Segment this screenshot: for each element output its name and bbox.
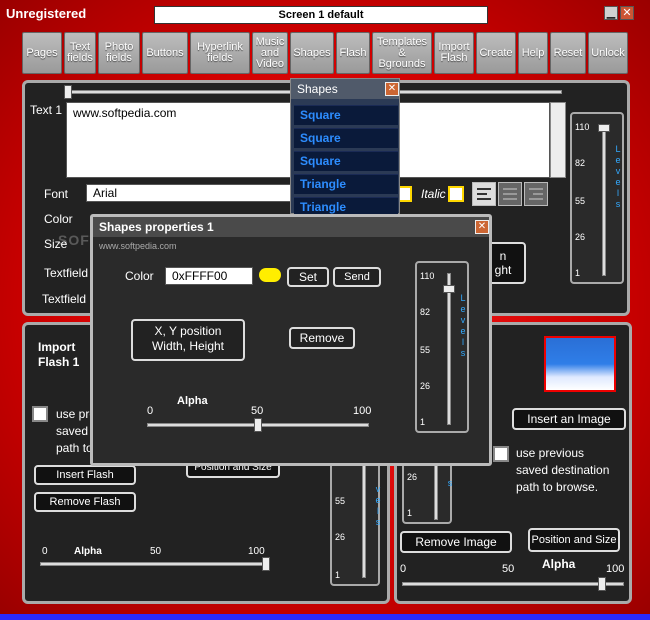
tab-photo-fields[interactable]: Photo fields: [98, 32, 140, 74]
import-flash-title-1: Import: [38, 340, 76, 354]
right-use-previous-checkbox[interactable]: [493, 446, 509, 462]
left-use-previous-checkbox[interactable]: [32, 406, 48, 422]
tab-import-flash[interactable]: Import Flash: [434, 32, 474, 74]
align-center-button[interactable]: [498, 182, 522, 206]
props-send-button[interactable]: Send: [333, 267, 381, 287]
insert-flash-button[interactable]: Insert Flash: [34, 465, 136, 485]
shapes-close-icon[interactable]: ✕: [385, 82, 399, 96]
right-use-previous-2: saved destination: [516, 463, 610, 477]
left-use-previous-2: saved: [56, 424, 89, 438]
props-alpha-slider-thumb[interactable]: [254, 418, 262, 432]
text-levels-slider[interactable]: 110 82 55 26 1 L e v e l s: [570, 112, 624, 284]
shape-item[interactable]: Triangle: [294, 197, 398, 214]
align-right-button[interactable]: [524, 182, 548, 206]
tab-text-fields[interactable]: Text fields: [64, 32, 96, 74]
right-alpha-slider-thumb[interactable]: [597, 577, 606, 591]
screen-name-field[interactable]: Screen 1 default: [154, 6, 488, 24]
tab-help[interactable]: Help: [518, 32, 548, 74]
props-levels-thumb[interactable]: [443, 285, 455, 293]
tab-templates-bgrounds[interactable]: Templates & Bgrounds: [372, 32, 432, 74]
minimize-button[interactable]: ▁: [604, 6, 618, 20]
text-width-slider-thumb[interactable]: [64, 85, 72, 99]
remove-flash-button[interactable]: Remove Flash: [34, 492, 136, 512]
import-flash-title-2: Flash 1: [38, 355, 80, 369]
remove-image-button[interactable]: Remove Image: [400, 531, 512, 553]
shape-item[interactable]: Square: [294, 105, 398, 125]
shapes-properties-title: Shapes properties 1: [93, 217, 489, 237]
tab-flash[interactable]: Flash: [336, 32, 370, 74]
tab-shapes[interactable]: Shapes: [290, 32, 334, 74]
right-position-size-button[interactable]: Position and Size: [528, 528, 620, 552]
props-levels-slider[interactable]: 110 82 55 26 1 L e v e l s: [415, 261, 469, 433]
tab-create[interactable]: Create: [476, 32, 516, 74]
shapes-window: Shapes ✕ Square Square Square Triangle T…: [290, 78, 400, 214]
tab-reset[interactable]: Reset: [550, 32, 586, 74]
props-xy-button[interactable]: X, Y position Width, Height: [131, 319, 245, 361]
right-alpha-slider[interactable]: [402, 582, 624, 586]
left-alpha-label: Alpha: [74, 546, 102, 557]
tab-unlock[interactable]: Unlock: [588, 32, 628, 74]
left-use-previous-3: path to: [56, 441, 93, 455]
close-button[interactable]: ✕: [620, 6, 634, 20]
props-color-swatch: [259, 268, 281, 282]
tab-buttons[interactable]: Buttons: [142, 32, 188, 74]
textfield-label-1: Textfield: [44, 266, 89, 280]
text-label: Text 1: [30, 103, 63, 117]
props-alpha-label: Alpha: [177, 395, 208, 407]
shape-item[interactable]: Square: [294, 128, 398, 148]
image-preview: [544, 336, 616, 392]
props-remove-button[interactable]: Remove: [289, 327, 355, 349]
props-color-label: Color: [125, 269, 154, 283]
size-label: Size: [44, 237, 68, 251]
shapes-window-title: Shapes: [291, 79, 399, 99]
text-levels-thumb[interactable]: [598, 124, 610, 132]
props-set-button[interactable]: Set: [287, 267, 329, 287]
tab-music-video[interactable]: Music and Video: [252, 32, 288, 74]
shape-item[interactable]: Square: [294, 151, 398, 171]
props-subtitle: www.softpedia.com: [99, 241, 177, 251]
align-left-button[interactable]: [472, 182, 496, 206]
app-title: Unregistered: [6, 6, 87, 21]
italic-label: Italic: [421, 187, 446, 201]
shape-item[interactable]: Triangle: [294, 174, 398, 194]
right-alpha-label: Alpha: [542, 557, 576, 571]
props-close-icon[interactable]: ✕: [475, 220, 489, 234]
textfield-label-2: Textfield: [42, 292, 87, 306]
italic-checkbox[interactable]: [448, 186, 464, 202]
app-window: Unregistered Screen 1 default ▁ ✕ Pages …: [0, 0, 650, 620]
font-input[interactable]: Arial: [86, 184, 292, 202]
left-alpha-slider[interactable]: [40, 562, 266, 566]
props-color-input[interactable]: 0xFFFF00: [165, 267, 253, 285]
color-label: Color: [44, 212, 73, 226]
shapes-properties-window: Shapes properties 1 ✕ www.softpedia.com …: [90, 214, 492, 466]
tab-pages[interactable]: Pages: [22, 32, 62, 74]
insert-image-button[interactable]: Insert an Image: [512, 408, 626, 430]
text-scrollbar[interactable]: [550, 102, 566, 178]
tab-hyperlink-fields[interactable]: Hyperlink fields: [190, 32, 250, 74]
right-use-previous-1: use previous: [516, 446, 585, 460]
left-alpha-slider-thumb[interactable]: [262, 557, 270, 571]
right-use-previous-3: path to browse.: [516, 480, 599, 494]
font-label: Font: [44, 187, 69, 201]
